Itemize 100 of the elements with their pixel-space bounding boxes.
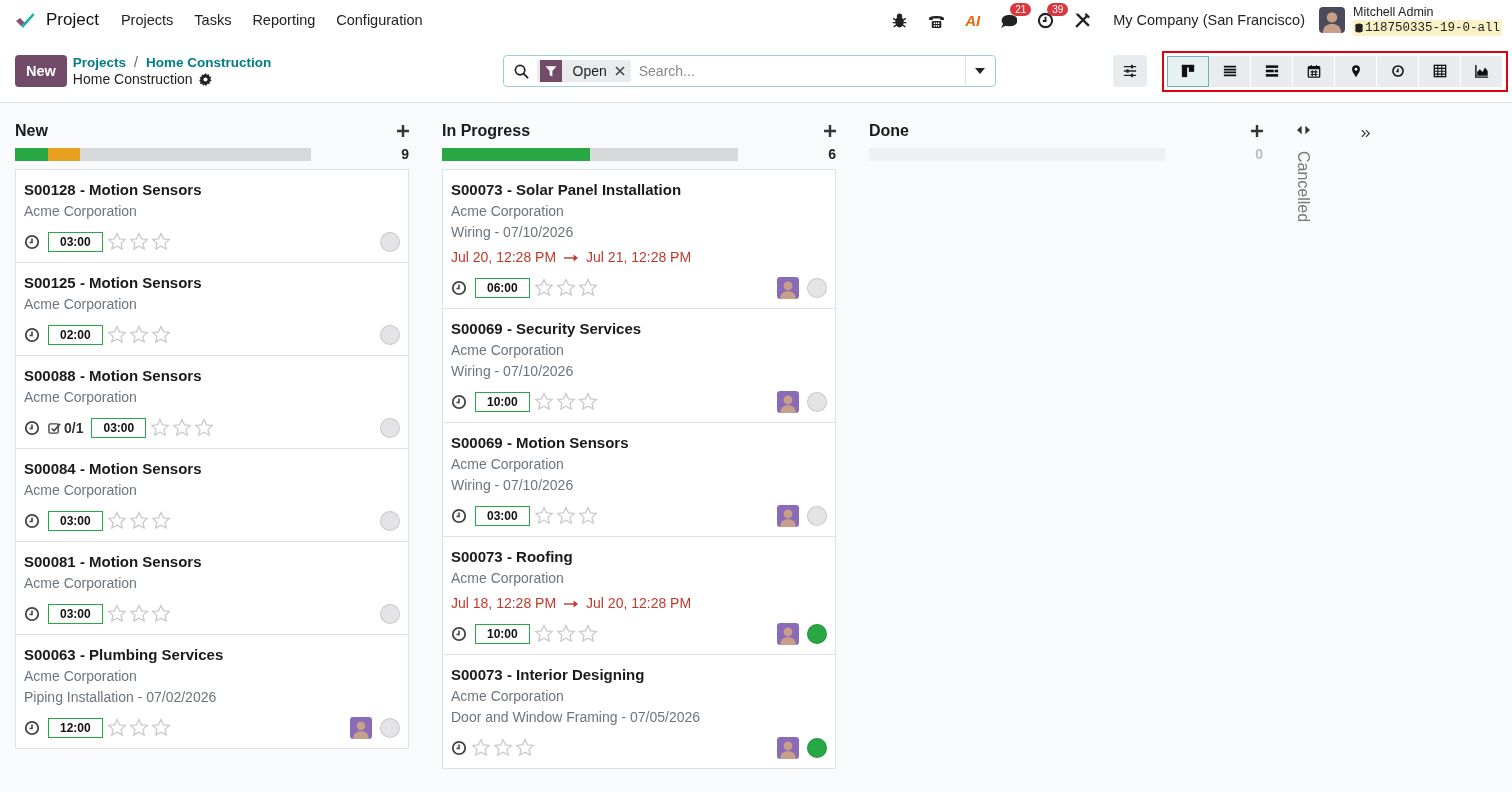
progress-bar[interactable] [442, 147, 738, 161]
star-icon[interactable] [533, 506, 554, 526]
task-card[interactable]: S00088 - Motion Sensors Acme Corporation 0/1 03:00 [15, 355, 409, 449]
new-button[interactable]: New [15, 55, 67, 87]
tools-icon[interactable] [1074, 11, 1092, 29]
task-card[interactable]: S00069 - Security Services Acme Corporation Wiring - 07/10/2026 10:00 [442, 308, 836, 423]
clock-icon[interactable] [451, 394, 467, 410]
folded-column-title[interactable]: Cancelled [1294, 151, 1312, 223]
star-icon[interactable] [128, 325, 149, 345]
star-icon[interactable] [106, 325, 127, 345]
search-bar[interactable]: Open Search... [502, 55, 996, 87]
clock-icon[interactable] [24, 327, 40, 343]
status-dot[interactable] [380, 718, 400, 738]
progress-bar[interactable] [15, 147, 311, 161]
clock-icon[interactable] [451, 740, 467, 756]
star-icon[interactable] [493, 738, 513, 758]
clock-icon[interactable] [24, 720, 40, 736]
task-card[interactable]: S00081 - Motion Sensors Acme Corporation 03:00 [15, 541, 409, 635]
user-avatar[interactable] [1318, 7, 1345, 33]
breadcrumb-link[interactable]: Projects [72, 54, 127, 71]
clock-icon[interactable] [24, 420, 40, 436]
star-icon[interactable] [555, 278, 576, 298]
status-dot[interactable] [380, 418, 400, 438]
star-icon[interactable] [128, 718, 149, 738]
plus-icon[interactable] [1251, 125, 1263, 137]
clock-icon[interactable] [1037, 11, 1055, 29]
clock-icon[interactable] [451, 280, 467, 296]
status-dot[interactable] [380, 325, 400, 345]
menu-item[interactable]: Tasks [194, 12, 232, 28]
breadcrumb-link[interactable]: Home Construction [146, 54, 272, 71]
star-icon[interactable] [577, 278, 598, 298]
status-dot[interactable] [380, 511, 400, 531]
task-card[interactable]: S00063 - Plumbing Services Acme Corporation Piping Installation - 07/02/2026 12:00 [15, 634, 409, 749]
search-icon[interactable] [513, 63, 529, 79]
task-card[interactable]: S00125 - Motion Sensors Acme Corporation 02:00 [15, 262, 409, 356]
plus-icon[interactable] [824, 125, 836, 137]
status-dot[interactable] [807, 506, 827, 526]
clock-icon[interactable] [451, 508, 467, 524]
settings-icon[interactable] [198, 73, 212, 86]
star-icon[interactable] [471, 738, 491, 758]
user-name[interactable]: Mitchell Admin [1352, 4, 1502, 20]
star-icon[interactable] [128, 604, 149, 624]
star-icon[interactable] [577, 392, 598, 412]
star-icon[interactable] [533, 278, 554, 298]
star-icon[interactable] [106, 511, 127, 531]
star-icon[interactable] [150, 232, 171, 252]
star-icon[interactable] [555, 624, 576, 644]
star-icon[interactable] [128, 232, 149, 252]
progress-segment[interactable] [47, 147, 81, 161]
star-icon[interactable] [515, 738, 535, 758]
star-icon[interactable] [533, 624, 554, 644]
company-switcher[interactable]: My Company (San Francisco) [1113, 12, 1305, 28]
star-icon[interactable] [555, 506, 576, 526]
customer-name: Acme Corporation [451, 455, 565, 474]
view-switch-button[interactable] [1167, 55, 1209, 87]
bug-icon[interactable] [891, 11, 909, 29]
plus-icon[interactable] [397, 125, 409, 137]
star-icon[interactable] [150, 511, 171, 531]
clock-icon[interactable] [24, 606, 40, 622]
clock-icon[interactable] [24, 513, 40, 529]
star-icon[interactable] [150, 604, 171, 624]
star-icon[interactable] [577, 506, 598, 526]
star-icon[interactable] [555, 392, 576, 412]
star-icon[interactable] [150, 325, 171, 345]
clock-icon[interactable] [24, 234, 40, 250]
status-dot[interactable] [807, 624, 827, 644]
close-icon[interactable] [614, 66, 625, 76]
menu-item[interactable]: Reporting [252, 12, 316, 28]
star-icon[interactable] [150, 718, 171, 738]
star-icon[interactable] [106, 718, 127, 738]
app-name[interactable]: Project [46, 10, 99, 30]
star-icon[interactable] [533, 392, 554, 412]
double-chevron-icon[interactable] [1361, 129, 1371, 138]
caret-icon[interactable] [975, 68, 985, 74]
status-dot[interactable] [807, 278, 827, 298]
star-icon[interactable] [172, 418, 193, 438]
progress-segment[interactable] [15, 147, 48, 161]
star-icon[interactable] [128, 511, 149, 531]
filter-settings-button[interactable] [1113, 55, 1147, 87]
star-icon[interactable] [106, 232, 127, 252]
task-card[interactable]: S00073 - Solar Panel Installation Acme Corporation Wiring - 07/10/2026 Jul 20, 12:28 PM Jul 21, 12:28 PM 06:00 [442, 169, 836, 309]
star-icon[interactable] [194, 418, 215, 438]
task-card[interactable]: S00084 - Motion Sensors Acme Corporation 03:00 [15, 448, 409, 542]
star-icon[interactable] [106, 604, 127, 624]
task-card[interactable]: S00073 - Roofing Acme Corporation Jul 18, 12:28 PM Jul 20, 12:28 PM 10:00 [442, 536, 836, 655]
task-card[interactable]: S00073 - Interior Designing Acme Corporation Door and Window Framing - 07/05/2026 [442, 654, 836, 769]
filter-facet[interactable]: Open [536, 60, 631, 82]
menu-item[interactable]: Projects [120, 12, 174, 28]
expand-arrows-icon[interactable] [1296, 125, 1310, 135]
clock-icon[interactable] [451, 626, 467, 642]
status-dot[interactable] [380, 604, 400, 624]
status-dot[interactable] [807, 738, 827, 758]
menu-item[interactable]: Configuration [336, 12, 423, 28]
task-card[interactable]: S00128 - Motion Sensors Acme Corporation 03:00 [15, 169, 409, 263]
progress-segment[interactable] [442, 147, 590, 161]
star-icon[interactable] [577, 624, 598, 644]
task-card[interactable]: S00069 - Motion Sensors Acme Corporation Wiring - 07/10/2026 03:00 [442, 422, 836, 537]
status-dot[interactable] [380, 232, 400, 252]
status-dot[interactable] [807, 392, 827, 412]
star-icon[interactable] [150, 418, 171, 438]
